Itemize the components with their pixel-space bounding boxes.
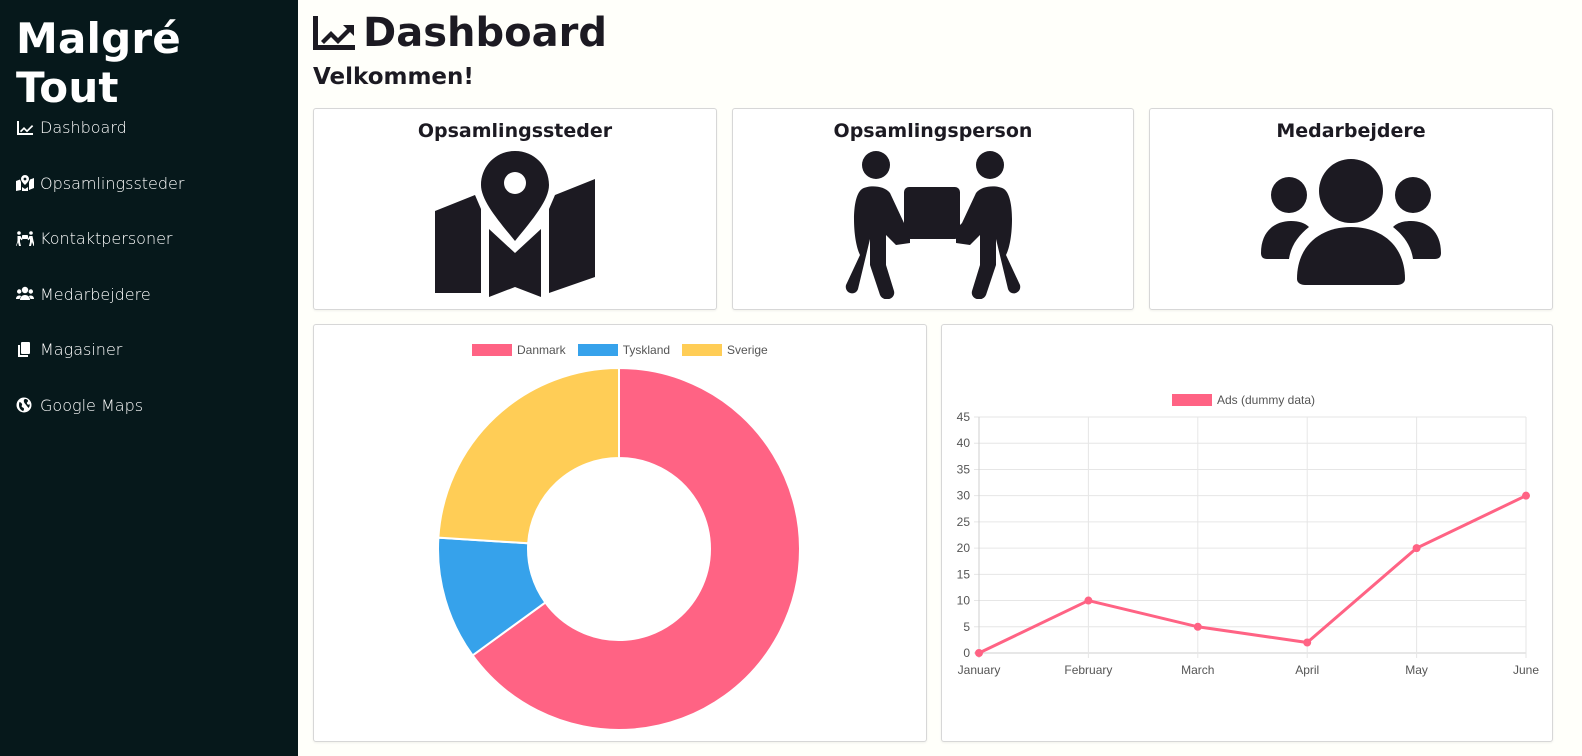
line-chart-card: Ads (dummy data) 0 5 10 15 20 25 30 35 40 45 Janua…	[941, 324, 1553, 742]
sidebar-item-dashboard[interactable]: Dashboard	[16, 100, 184, 156]
y-tick-label: 15	[957, 567, 971, 581]
copy-icon	[16, 341, 38, 359]
page-title: Dashboard	[313, 10, 607, 56]
users-icon	[16, 285, 38, 303]
card-opsamlingssteder[interactable]: Opsamlingssteder	[313, 108, 717, 310]
y-tick-label: 30	[957, 489, 971, 503]
map-location-icon	[314, 149, 716, 299]
y-tick-label: 20	[957, 541, 971, 555]
y-tick-label: 0	[963, 646, 970, 660]
data-point[interactable]	[1303, 638, 1312, 647]
sidebar-item-label: Magasiner	[40, 340, 123, 360]
x-tick-label: February	[1064, 663, 1112, 677]
sidebar-item-google-maps[interactable]: Google Maps	[16, 378, 184, 434]
chart-line-icon	[313, 16, 355, 50]
doughnut-slice-sverige[interactable]	[437, 366, 620, 545]
y-tick-label: 35	[957, 462, 971, 476]
chart-line-icon	[16, 119, 38, 137]
x-tick-label: January	[958, 663, 1001, 677]
sidebar-item-label: Google Maps	[40, 395, 144, 415]
y-tick-label: 5	[963, 620, 970, 634]
doughnut-chart-card: Danmark Tyskland Sverige	[313, 324, 927, 742]
card-title: Medarbejdere	[1276, 120, 1426, 142]
x-tick-label: June	[1513, 663, 1539, 677]
data-point[interactable]	[1084, 596, 1093, 605]
x-tick-label: March	[1181, 663, 1214, 677]
y-tick-label: 40	[957, 436, 971, 450]
main-content: Dashboard Velkommen! Opsamlingssteder Op…	[298, 0, 1582, 756]
welcome-heading: Velkommen!	[313, 64, 474, 90]
people-carry-icon	[16, 230, 38, 248]
brand-title: Malgré Tout	[16, 14, 181, 112]
sidebar-item-medarbejdere[interactable]: Medarbejdere	[16, 267, 184, 323]
page-title-text: Dashboard	[363, 10, 607, 56]
card-title: Opsamlingsperson	[833, 120, 1033, 142]
map-location-icon	[16, 174, 38, 192]
doughnut-chart	[437, 366, 801, 731]
people-carry-icon	[733, 149, 1133, 299]
y-tick-label: 25	[957, 515, 971, 529]
sidebar-item-label: Medarbejdere	[40, 284, 151, 304]
line-chart: 0 5 10 15 20 25 30 35 40 45 January February March Ap…	[957, 410, 1540, 677]
sidebar: Malgré Tout Dashboard Opsamlingssteder K…	[0, 0, 298, 756]
sidebar-item-opsamlingssteder[interactable]: Opsamlingssteder	[16, 156, 184, 212]
card-medarbejdere[interactable]: Medarbejdere	[1149, 108, 1553, 310]
data-point[interactable]	[1522, 491, 1530, 500]
sidebar-item-magasiner[interactable]: Magasiner	[16, 322, 184, 378]
users-icon	[1150, 157, 1552, 287]
globe-icon	[16, 396, 38, 414]
data-point[interactable]	[975, 649, 983, 657]
sidebar-item-kontaktpersoner[interactable]: Kontaktpersoner	[16, 211, 184, 267]
x-tick-label: April	[1295, 663, 1319, 677]
data-point[interactable]	[1193, 622, 1202, 631]
y-tick-label: 10	[957, 594, 971, 608]
y-tick-label: 45	[957, 410, 971, 424]
sidebar-item-label: Dashboard	[40, 118, 127, 138]
card-title: Opsamlingssteder	[417, 120, 613, 142]
data-point[interactable]	[1412, 544, 1421, 553]
sidebar-nav: Dashboard Opsamlingssteder Kontaktperson…	[16, 100, 184, 433]
sidebar-item-label: Opsamlingssteder	[40, 173, 185, 193]
sidebar-item-label: Kontaktpersoner	[40, 229, 173, 249]
card-opsamlingsperson[interactable]: Opsamlingsperson	[732, 108, 1134, 310]
x-tick-label: May	[1405, 663, 1428, 677]
